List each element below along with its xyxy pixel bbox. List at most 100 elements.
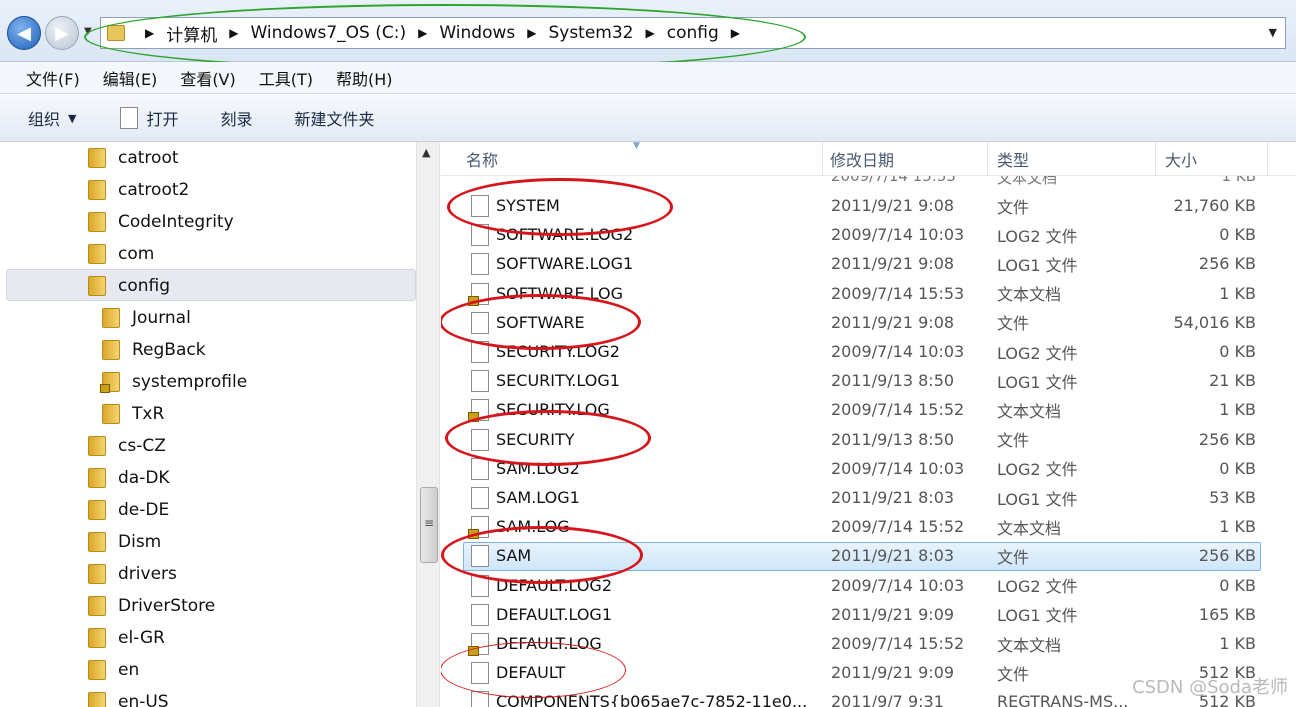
tree-item-label: catroot2 bbox=[118, 180, 190, 200]
tree-item-da-dk[interactable]: da-DK bbox=[88, 464, 170, 492]
menu-tools[interactable]: 工具(T) bbox=[259, 66, 313, 90]
file-date: 2009/7/14 10:03 bbox=[831, 225, 965, 245]
column-divider[interactable] bbox=[1267, 142, 1268, 176]
tree-item-catroot2[interactable]: catroot2 bbox=[88, 176, 189, 204]
file-size: 256 KB bbox=[1198, 429, 1256, 449]
address-dropdown-icon[interactable]: ▼ bbox=[1269, 26, 1277, 39]
file-date: 2009/7/14 10:03 bbox=[831, 458, 965, 478]
file-date: 2011/9/21 9:09 bbox=[831, 663, 955, 683]
tree-item-driverstore[interactable]: DriverStore bbox=[88, 592, 215, 620]
tree-item-codeintegrity[interactable]: CodeIntegrity bbox=[88, 208, 234, 236]
column-divider[interactable] bbox=[1155, 142, 1156, 176]
chevron-down-icon[interactable]: ▼ bbox=[68, 112, 76, 125]
folder-icon bbox=[102, 308, 120, 328]
file-row[interactable]: SAM.LOG1 2011/9/21 8:03 LOG1 文件 53 KB bbox=[441, 483, 1296, 512]
scroll-thumb[interactable]: ≡ bbox=[420, 487, 438, 563]
file-date: 2009/7/14 15:52 bbox=[831, 634, 965, 653]
file-row[interactable]: SOFTWARE.LOG1 2011/9/21 9:08 LOG1 文件 256 KB bbox=[441, 249, 1296, 278]
tree-item-regback[interactable]: RegBack bbox=[102, 336, 206, 364]
partial-date: 2009/7/14 15:53 bbox=[831, 176, 956, 185]
file-name: SAM.LOG1 bbox=[496, 488, 580, 507]
tree-item-label: RegBack bbox=[132, 340, 206, 360]
tree-item-label: catroot bbox=[118, 148, 179, 168]
file-type: 文本文档 bbox=[997, 401, 1062, 421]
new-folder-button[interactable]: 新建文件夹 bbox=[295, 106, 375, 130]
scroll-up-icon[interactable]: ▲ bbox=[422, 146, 430, 159]
organize-button[interactable]: 组织 bbox=[28, 106, 60, 130]
file-type: LOG1 文件 bbox=[997, 255, 1078, 275]
open-button[interactable]: 打开 bbox=[146, 106, 178, 130]
arrow-right-icon: ▶ bbox=[55, 22, 69, 44]
file-type: 文件 bbox=[997, 547, 1030, 567]
tree-item-label: DriverStore bbox=[118, 596, 216, 616]
folder-icon bbox=[88, 180, 106, 200]
column-divider[interactable] bbox=[822, 142, 823, 176]
red-annotation-ellipse bbox=[441, 526, 643, 584]
file-size: 165 KB bbox=[1198, 604, 1256, 624]
tree-item-dism[interactable]: Dism bbox=[88, 528, 161, 556]
tree-item-en-us[interactable]: en-US bbox=[88, 688, 169, 707]
folder-icon bbox=[88, 212, 106, 232]
red-annotation-ellipse bbox=[441, 642, 626, 698]
menu-help[interactable]: 帮助(H) bbox=[336, 66, 393, 90]
file-type: 文件 bbox=[997, 664, 1030, 684]
menu-edit[interactable]: 编辑(E) bbox=[103, 66, 158, 90]
tree-item-label: de-DE bbox=[118, 500, 170, 520]
file-icon bbox=[471, 487, 489, 509]
file-type: LOG2 文件 bbox=[997, 343, 1078, 363]
back-button[interactable]: ◀ bbox=[7, 16, 41, 50]
folder-icon bbox=[88, 660, 106, 680]
tree-item-el-gr[interactable]: el-GR bbox=[88, 624, 165, 652]
burn-button[interactable]: 刻录 bbox=[221, 106, 253, 130]
red-annotation-ellipse bbox=[445, 410, 651, 466]
file-size: 21 KB bbox=[1209, 371, 1256, 391]
file-type: 文件 bbox=[997, 431, 1030, 451]
folder-icon bbox=[102, 340, 120, 360]
file-row[interactable]: DEFAULT.LOG1 2011/9/21 9:09 LOG1 文件 165 KB bbox=[441, 600, 1296, 629]
tree-item-com[interactable]: com bbox=[88, 240, 154, 268]
tree-item-en[interactable]: en bbox=[88, 656, 139, 684]
folder-icon bbox=[102, 404, 120, 424]
folder-icon bbox=[88, 564, 106, 584]
column-divider[interactable] bbox=[987, 142, 988, 176]
nav-scrollbar[interactable]: ▲ ≡ bbox=[416, 142, 439, 707]
address-bar-area: ◀ ▶ ▼ ▶ 计算机 ▶ Windows7_OS (C:) ▶ Windows… bbox=[0, 0, 1296, 70]
partial-type: 文本文档 bbox=[997, 176, 1058, 186]
file-size: 1 KB bbox=[1219, 283, 1256, 303]
watermark: CSDN @Soda老师 bbox=[1132, 677, 1288, 698]
file-date: 2009/7/14 10:03 bbox=[831, 342, 965, 361]
file-size: 0 KB bbox=[1219, 458, 1256, 478]
tree-item-txr[interactable]: TxR bbox=[102, 400, 164, 428]
red-annotation-ellipse bbox=[441, 294, 641, 350]
folder-icon bbox=[88, 468, 106, 488]
menu-view[interactable]: 查看(V) bbox=[180, 66, 235, 90]
tree-item-drivers[interactable]: drivers bbox=[88, 560, 177, 588]
forward-button[interactable]: ▶ bbox=[45, 16, 79, 50]
column-name[interactable]: 名称 bbox=[466, 142, 498, 176]
tree-item-de-de[interactable]: de-DE bbox=[88, 496, 169, 524]
column-date[interactable]: 修改日期 bbox=[830, 142, 894, 176]
folder-icon bbox=[88, 500, 106, 520]
file-name: SOFTWARE.LOG1 bbox=[496, 254, 634, 274]
tree-selection-highlight bbox=[6, 269, 416, 301]
file-date: 2011/9/13 8:50 bbox=[831, 371, 955, 391]
menu-file[interactable]: 文件(F) bbox=[26, 66, 80, 90]
column-size[interactable]: 大小 bbox=[1165, 142, 1197, 176]
tree-item-systemprofile[interactable]: systemprofile bbox=[100, 368, 247, 396]
folder-icon bbox=[88, 276, 106, 296]
file-date: 2009/7/14 15:52 bbox=[831, 517, 965, 537]
file-type: LOG1 文件 bbox=[997, 606, 1078, 626]
file-row[interactable]: SECURITY.LOG1 2011/9/13 8:50 LOG1 文件 21 KB bbox=[441, 366, 1296, 395]
tree-item-label: el-GR bbox=[118, 628, 165, 648]
file-icon bbox=[471, 457, 489, 480]
tree-item-journal[interactable]: Journal bbox=[102, 304, 191, 332]
column-type[interactable]: 类型 bbox=[997, 142, 1029, 176]
file-date: 2011/9/7 9:31 bbox=[831, 692, 944, 707]
arrow-left-icon: ◀ bbox=[17, 22, 31, 44]
command-bar: 组织 ▼ 打开 刻录 新建文件夹 bbox=[0, 95, 1296, 142]
tree-item-catroot[interactable]: catroot bbox=[88, 144, 179, 172]
tree-item-config[interactable]: config bbox=[88, 272, 170, 300]
tree-item-cs-cz[interactable]: cs-CZ bbox=[88, 432, 166, 460]
file-type: 文本文档 bbox=[997, 285, 1062, 305]
file-type: 文本文档 bbox=[997, 635, 1062, 655]
